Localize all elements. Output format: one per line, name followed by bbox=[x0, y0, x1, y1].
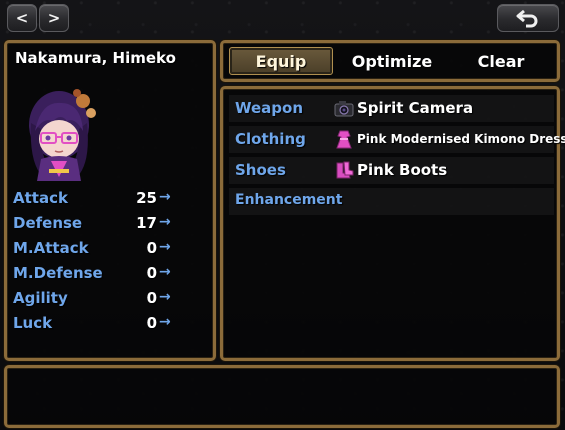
arrow-right-icon: → bbox=[159, 264, 171, 280]
dress-icon bbox=[336, 130, 352, 149]
command-panel: Equip Optimize Clear bbox=[220, 40, 560, 82]
slot-shoes[interactable]: Shoes Pink Boots bbox=[229, 157, 554, 184]
slot-weapon[interactable]: Weapon Spirit Camera bbox=[229, 95, 554, 122]
chevron-right-icon: > bbox=[47, 9, 61, 27]
stat-label: M.Attack bbox=[13, 239, 89, 257]
slot-item: Pink Boots bbox=[357, 161, 448, 179]
stat-value: 25 bbox=[136, 189, 157, 207]
stat-row-mdefense: M.Defense 0 → bbox=[13, 264, 203, 286]
stat-row-agility: Agility 0 → bbox=[13, 289, 203, 311]
actor-portrait bbox=[29, 89, 96, 181]
clear-command[interactable]: Clear bbox=[449, 47, 553, 75]
slot-label: Enhancement bbox=[235, 192, 343, 208]
slot-label: Clothing bbox=[235, 130, 306, 148]
stat-row-luck: Luck 0 → bbox=[13, 314, 203, 336]
return-arrow-icon bbox=[516, 9, 538, 28]
chevron-left-icon: < bbox=[15, 9, 29, 27]
stat-label: Defense bbox=[13, 214, 83, 232]
stat-value: 0 bbox=[146, 239, 157, 257]
slot-item: Spirit Camera bbox=[357, 99, 474, 117]
stat-row-mattack: M.Attack 0 → bbox=[13, 239, 203, 261]
back-button[interactable] bbox=[497, 4, 559, 32]
stat-value: 17 bbox=[136, 214, 157, 232]
equip-screen: < > Nakamura, Himeko Attack 25 → Defense… bbox=[0, 0, 565, 430]
stat-label: Luck bbox=[13, 314, 53, 332]
stat-label: M.Defense bbox=[13, 264, 103, 282]
arrow-right-icon: → bbox=[159, 189, 171, 205]
optimize-command[interactable]: Optimize bbox=[341, 47, 443, 75]
arrow-right-icon: → bbox=[159, 314, 171, 330]
actor-name: Nakamura, Himeko bbox=[15, 49, 176, 67]
help-window bbox=[4, 365, 560, 428]
boots-icon bbox=[336, 161, 354, 179]
stat-value: 0 bbox=[146, 314, 157, 332]
equipment-slots-panel: Weapon Spirit Camera Clothing Pink Moder… bbox=[220, 86, 565, 361]
stat-row-attack: Attack 25 → bbox=[13, 189, 203, 211]
arrow-right-icon: → bbox=[159, 214, 171, 230]
next-actor-button[interactable]: > bbox=[39, 4, 69, 32]
previous-actor-button[interactable]: < bbox=[7, 4, 37, 32]
stat-value: 0 bbox=[146, 264, 157, 282]
stat-row-defense: Defense 17 → bbox=[13, 214, 203, 236]
status-panel: Nakamura, Himeko Attack 25 → Defense 17 … bbox=[4, 40, 216, 361]
equip-command[interactable]: Equip bbox=[229, 47, 333, 75]
slot-label: Shoes bbox=[235, 161, 286, 179]
stat-value: 0 bbox=[146, 289, 157, 307]
slot-label: Weapon bbox=[235, 99, 304, 117]
slot-enhancement[interactable]: Enhancement bbox=[229, 188, 554, 215]
stat-label: Agility bbox=[13, 289, 68, 307]
camera-icon bbox=[334, 101, 354, 117]
slot-item: Pink Modernised Kimono Dress bbox=[357, 132, 565, 146]
arrow-right-icon: → bbox=[159, 289, 171, 305]
slot-clothing[interactable]: Clothing Pink Modernised Kimono Dress bbox=[229, 126, 565, 153]
arrow-right-icon: → bbox=[159, 239, 171, 255]
stat-label: Attack bbox=[13, 189, 68, 207]
